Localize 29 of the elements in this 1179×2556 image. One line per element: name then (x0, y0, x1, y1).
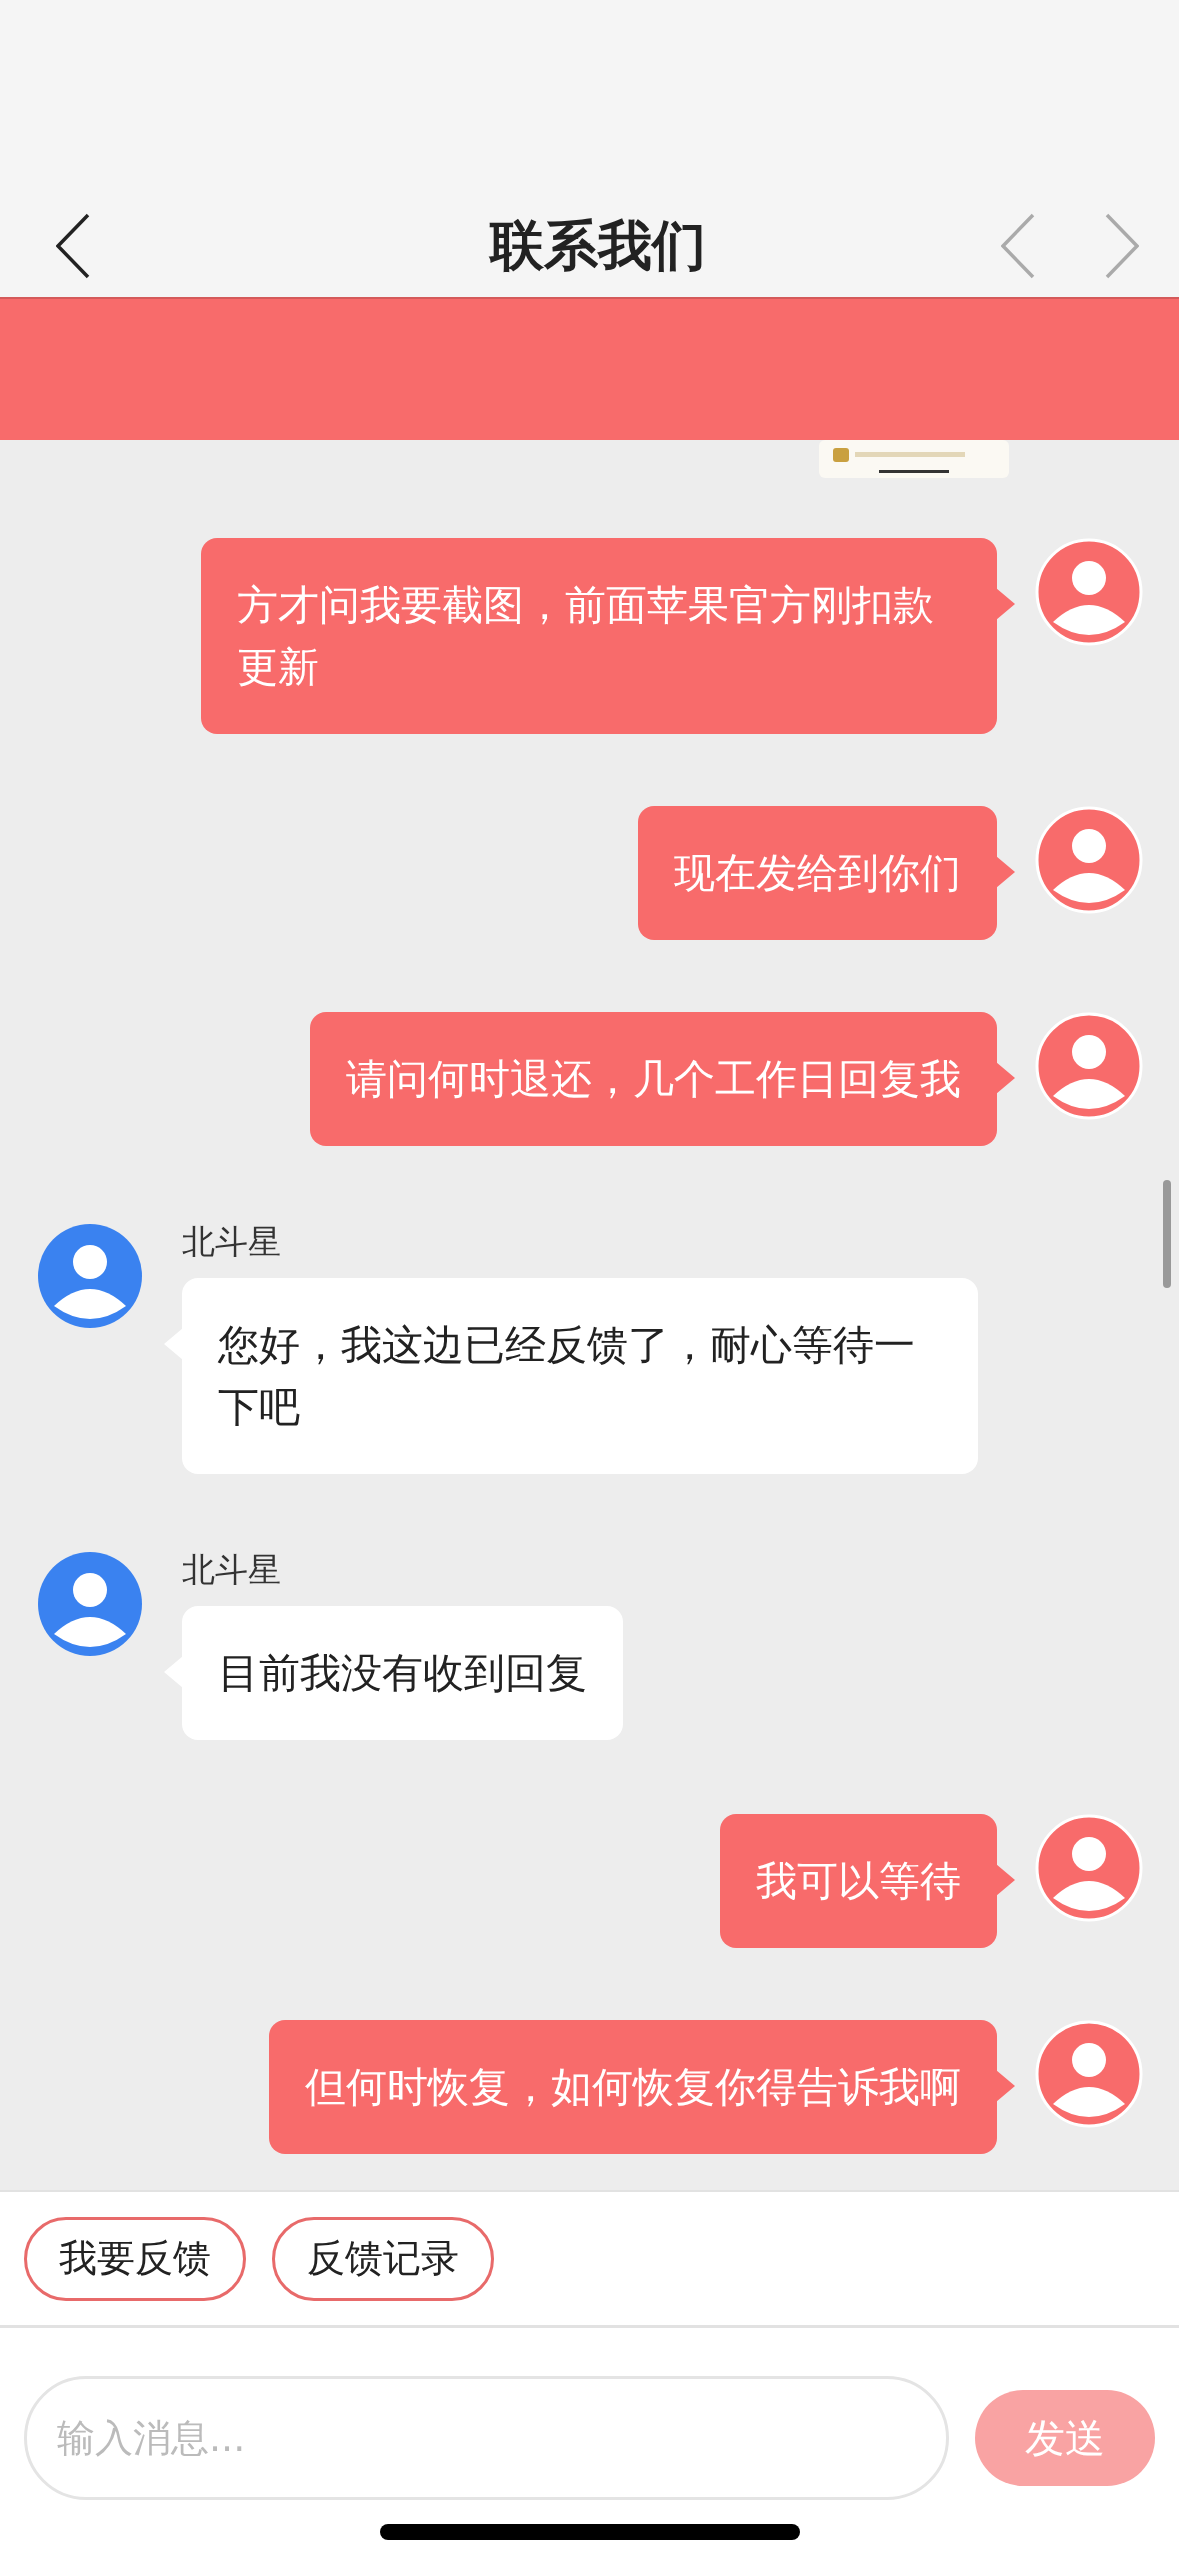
message-bubble: 现在发给到你们 (638, 806, 997, 940)
bubble-tail (996, 588, 1015, 620)
avatar-icon[interactable] (1035, 1012, 1143, 1120)
bubble-tail (996, 2070, 1015, 2102)
back-button[interactable] (56, 213, 90, 279)
scroll-bar[interactable] (1163, 1180, 1171, 1288)
message-bubble: 目前我没有收到回复 (182, 1606, 623, 1740)
avatar-icon[interactable] (36, 1222, 144, 1330)
bubble-tail (996, 856, 1015, 888)
message-bubble: 我可以等待 (720, 1814, 997, 1948)
back-icon[interactable] (1001, 213, 1035, 279)
avatar-icon[interactable] (1035, 538, 1143, 646)
page-title: 联系我们 (488, 212, 707, 279)
sender-name: 北斗星 (182, 1550, 281, 1590)
avatar-icon[interactable] (36, 1550, 144, 1658)
bubble-tail (996, 1864, 1015, 1896)
sender-name: 北斗星 (182, 1222, 281, 1262)
message-bubble: 方才问我要截图，前面苹果官方刚扣款更新 (201, 538, 997, 734)
avatar-icon[interactable] (1035, 806, 1143, 914)
quick-action-button[interactable]: 反馈记录 (272, 2216, 494, 2301)
message-input[interactable]: 输入消息... (24, 2376, 949, 2500)
bubble-tail (996, 1062, 1015, 1094)
message-bubble: 但何时恢复，如何恢复你得告诉我啊 (269, 2020, 997, 2154)
message-bubble: 您好，我这边已经反馈了，耐心等待一下吧 (182, 1278, 978, 1474)
message-bubble: 请问何时退还，几个工作日回复我 (310, 1012, 997, 1146)
quick-action-button[interactable]: 我要反馈 (24, 2216, 246, 2301)
forward-icon[interactable] (1105, 213, 1139, 279)
avatar-icon[interactable] (1035, 2020, 1143, 2128)
avatar-icon[interactable] (1035, 1814, 1143, 1922)
